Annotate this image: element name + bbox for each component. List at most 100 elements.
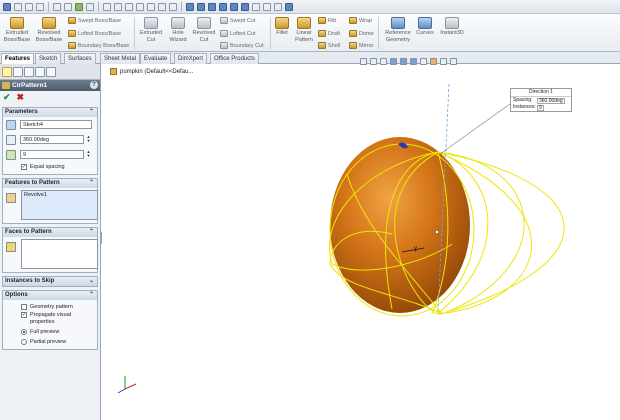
boundary-boss-button[interactable]: Boundary Boss/Base — [68, 42, 129, 49]
smart-dimension-icon[interactable] — [114, 2, 122, 11]
group-header[interactable]: Features to Pattern ⌃ — [3, 179, 97, 188]
geometry-pattern-checkbox[interactable]: Geometry pattern — [3, 302, 97, 311]
wrap-button[interactable]: Wrap — [349, 17, 372, 24]
radio-selected-icon — [21, 329, 27, 335]
tab-office-products[interactable]: Office Products — [210, 53, 259, 64]
callout-spacing-field[interactable]: 360.00deg — [537, 97, 565, 104]
line-icon[interactable] — [125, 2, 133, 11]
property-manager-tab-icon[interactable] — [13, 66, 23, 77]
tab-evaluate[interactable]: Evaluate — [140, 53, 172, 64]
propagate-visual-properties-checkbox[interactable]: ✓ Propagate visual properties — [3, 311, 97, 327]
print-icon[interactable] — [36, 2, 44, 11]
list-item[interactable]: Revolve1 — [24, 192, 47, 198]
collapse-icon[interactable]: ⌃ — [89, 179, 94, 188]
undo-icon[interactable] — [53, 2, 61, 11]
collapse-icon[interactable]: ⌃ — [89, 228, 94, 237]
swept-boss-button[interactable]: Swept Boss/Base — [68, 17, 121, 24]
swept-cut-button[interactable]: Swept Cut — [220, 17, 255, 24]
draft-button[interactable]: Draft — [318, 30, 340, 37]
angle-field[interactable]: 360.00deg — [20, 135, 84, 144]
new-icon[interactable] — [3, 2, 11, 11]
redo-icon[interactable] — [64, 2, 72, 11]
instant3d-button[interactable]: Instant3D — [438, 17, 466, 37]
command-manager: Extruded Boss/Base Revolved Boss/Base Sw… — [0, 14, 620, 52]
lofted-cut-button[interactable]: Lofted Cut — [220, 30, 255, 37]
top-view-icon[interactable] — [208, 2, 216, 11]
mirror-button[interactable]: Mirror — [349, 42, 373, 49]
spline-icon[interactable] — [169, 2, 177, 11]
group-header[interactable]: Faces to Pattern ⌃ — [3, 228, 97, 237]
revolved-boss-button[interactable]: Revolved Boss/Base — [34, 17, 64, 43]
collapse-icon[interactable]: ⌃ — [89, 291, 94, 300]
normal-to-icon[interactable] — [241, 2, 249, 11]
dimxpert-manager-tab-icon[interactable] — [35, 66, 45, 77]
instances-spinner[interactable]: ▲ ▼ — [86, 150, 91, 159]
rebuild-icon[interactable] — [75, 2, 83, 11]
angle-spinner[interactable]: ▲ ▼ — [86, 135, 91, 144]
configuration-manager-tab-icon[interactable] — [24, 66, 34, 77]
tab-sketch[interactable]: Sketch — [35, 53, 62, 64]
linear-pattern-button[interactable]: Linear Pattern — [292, 17, 316, 43]
open-icon[interactable] — [14, 2, 22, 11]
rib-button[interactable]: Rib — [318, 17, 336, 24]
display-manager-tab-icon[interactable] — [46, 66, 56, 77]
cancel-button[interactable]: ✖ — [17, 92, 25, 103]
feature-manager-tab-icon[interactable] — [2, 66, 12, 77]
rectangle-icon[interactable] — [136, 2, 144, 11]
reference-geometry-button[interactable]: Reference Geometry — [382, 17, 414, 43]
shell-button[interactable]: Shell — [318, 42, 340, 49]
display-style-icon[interactable] — [252, 2, 260, 11]
pointer-icon[interactable] — [285, 2, 293, 11]
full-preview-radio[interactable]: Full preview — [3, 327, 97, 337]
boundary-cut-button[interactable]: Boundary Cut — [220, 42, 264, 49]
callout-leader — [439, 103, 511, 155]
equal-spacing-checkbox[interactable]: ✓ Equal spacing — [3, 162, 97, 171]
panel-tabs — [0, 64, 100, 80]
features-listbox[interactable]: Revolve1 — [21, 190, 98, 220]
angle-row: 360.00deg ▲ ▼ — [3, 132, 97, 147]
select-icon[interactable] — [86, 2, 94, 11]
hole-wizard-button[interactable]: Hole Wizard — [165, 17, 191, 43]
direction-callout[interactable]: Direction 1 Spacing: 360.00deg Instances… — [510, 88, 572, 112]
circle-icon[interactable] — [147, 2, 155, 11]
options-icon[interactable] — [274, 2, 282, 11]
revolved-cut-button[interactable]: Revolved Cut — [190, 17, 218, 43]
group-header[interactable]: Instances to Skip ⌄ — [3, 277, 97, 286]
ok-button[interactable]: ✔ — [3, 92, 11, 103]
fillet-button[interactable]: Fillet — [272, 17, 292, 37]
sketch-icon[interactable] — [103, 2, 111, 11]
arc-icon[interactable] — [158, 2, 166, 11]
axis-icon — [6, 119, 16, 130]
pattern-axis-field[interactable]: Sketch4 — [20, 120, 92, 129]
expand-icon[interactable]: ⌄ — [89, 277, 94, 286]
save-icon[interactable] — [25, 2, 33, 11]
ribbon-separator — [378, 17, 379, 49]
extruded-boss-button[interactable]: Extruded Boss/Base — [2, 17, 32, 43]
tab-surfaces[interactable]: Surfaces — [64, 53, 96, 64]
callout-instances-field[interactable]: 9 — [537, 104, 544, 111]
extruded-cut-button[interactable]: Extruded Cut — [137, 17, 165, 43]
faces-listbox[interactable] — [21, 239, 98, 269]
circular-pattern-icon — [2, 82, 10, 89]
features-icon — [6, 193, 16, 203]
group-header[interactable]: Parameters ⌃ — [3, 108, 97, 117]
isometric-view-icon[interactable] — [230, 2, 238, 11]
tab-sheet-metal[interactable]: Sheet Metal — [100, 53, 141, 64]
lofted-boss-button[interactable]: Lofted Boss/Base — [68, 30, 121, 37]
section-view-icon[interactable] — [263, 2, 271, 11]
tab-dimxpert[interactable]: DimXpert — [174, 53, 208, 64]
tab-features[interactable]: Features — [1, 53, 35, 64]
angle-icon — [6, 134, 16, 145]
partial-preview-radio[interactable]: Partial preview — [3, 337, 97, 347]
help-icon[interactable]: ? — [90, 81, 98, 89]
dome-button[interactable]: Dome — [349, 30, 374, 37]
collapse-icon[interactable]: ⌃ — [89, 108, 94, 117]
curves-button[interactable]: Curves — [414, 17, 436, 37]
instances-field[interactable]: 9 — [20, 150, 84, 159]
group-header[interactable]: Options ⌃ — [3, 291, 97, 300]
view-orientation-icon[interactable] — [186, 2, 194, 11]
model-viewport[interactable]: ɣ — [102, 64, 620, 420]
toolbar-separator — [98, 1, 99, 12]
right-view-icon[interactable] — [219, 2, 227, 11]
front-view-icon[interactable] — [197, 2, 205, 11]
